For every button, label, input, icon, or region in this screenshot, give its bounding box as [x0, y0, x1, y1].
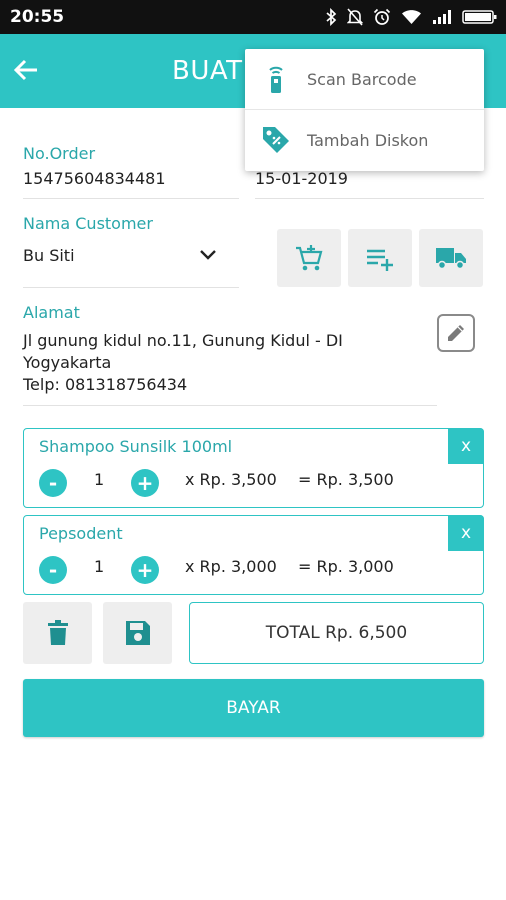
bluetooth-icon	[326, 8, 337, 26]
wifi-icon	[402, 10, 421, 24]
increase-qty-button[interactable]: +	[131, 469, 159, 497]
back-arrow-icon[interactable]	[10, 54, 42, 86]
remove-item-button[interactable]: x	[448, 428, 484, 464]
decrease-qty-button[interactable]: -	[39, 556, 67, 584]
save-button[interactable]	[103, 602, 172, 664]
customer-divider	[23, 287, 239, 288]
item-qty: 1	[94, 557, 105, 576]
order-divider	[23, 198, 239, 199]
item-subtotal: = Rp. 3,500	[298, 470, 394, 489]
item-price: x Rp. 3,500	[185, 470, 277, 489]
add-list-button[interactable]	[348, 229, 412, 287]
menu-item-label: Tambah Diskon	[307, 130, 429, 150]
delete-button[interactable]	[23, 602, 92, 664]
menu-item-scan-barcode[interactable]: Scan Barcode	[245, 49, 484, 109]
address-label: Alamat	[23, 303, 80, 322]
truck-icon	[436, 248, 466, 270]
battery-icon	[462, 10, 497, 24]
delivery-button[interactable]	[419, 229, 483, 287]
total-display: TOTAL Rp. 6,500	[189, 602, 484, 664]
chevron-down-icon	[200, 250, 216, 260]
customer-dropdown[interactable]: Bu Siti	[23, 240, 239, 274]
item-price: x Rp. 3,000	[185, 557, 277, 576]
status-bar: 20:55	[0, 0, 506, 34]
status-time: 20:55	[10, 7, 65, 27]
playlist-add-icon	[367, 249, 393, 271]
barcode-scanner-icon	[261, 64, 291, 94]
order-number-value: 15475604834481	[23, 169, 166, 188]
alarm-icon	[373, 8, 391, 25]
address-phone: Telp: 081318756434	[23, 375, 188, 394]
trash-icon	[47, 620, 68, 645]
save-icon	[125, 621, 150, 645]
pay-button[interactable]: BAYAR	[23, 679, 484, 737]
address-divider	[23, 405, 437, 406]
date-divider	[255, 198, 484, 199]
signal-icon	[433, 10, 451, 24]
order-number-label: No.Order	[23, 144, 96, 163]
edit-address-button[interactable]	[437, 314, 475, 352]
decrease-qty-button[interactable]: -	[39, 469, 67, 497]
menu-item-add-discount[interactable]: Tambah Diskon	[245, 110, 484, 170]
customer-value: Bu Siti	[23, 246, 75, 265]
pencil-icon	[448, 325, 464, 341]
order-date-value[interactable]: 15-01-2019	[255, 169, 348, 188]
add-cart-icon	[296, 245, 323, 271]
page-title: BUAT	[172, 56, 243, 86]
customer-label: Nama Customer	[23, 214, 153, 233]
increase-qty-button[interactable]: +	[131, 556, 159, 584]
cart-item: Shampoo Sunsilk 100ml x - 1 + x Rp. 3,50…	[23, 428, 484, 508]
item-qty: 1	[94, 470, 105, 489]
mute-bell-icon	[347, 8, 363, 26]
menu-item-label: Scan Barcode	[307, 69, 417, 89]
status-icons	[325, 6, 498, 28]
overflow-menu: Scan Barcode Tambah Diskon	[245, 49, 484, 171]
address-line1: Jl gunung kidul no.11, Gunung Kidul - DI	[23, 331, 343, 350]
remove-item-button[interactable]: x	[448, 515, 484, 551]
discount-tag-icon	[261, 125, 291, 155]
add-to-cart-button[interactable]	[277, 229, 341, 287]
item-subtotal: = Rp. 3,000	[298, 557, 394, 576]
item-name: Shampoo Sunsilk 100ml	[39, 437, 233, 456]
item-name: Pepsodent	[39, 524, 123, 543]
address-line2: Yogyakarta	[23, 353, 112, 372]
cart-item: Pepsodent x - 1 + x Rp. 3,000 = Rp. 3,00…	[23, 515, 484, 595]
